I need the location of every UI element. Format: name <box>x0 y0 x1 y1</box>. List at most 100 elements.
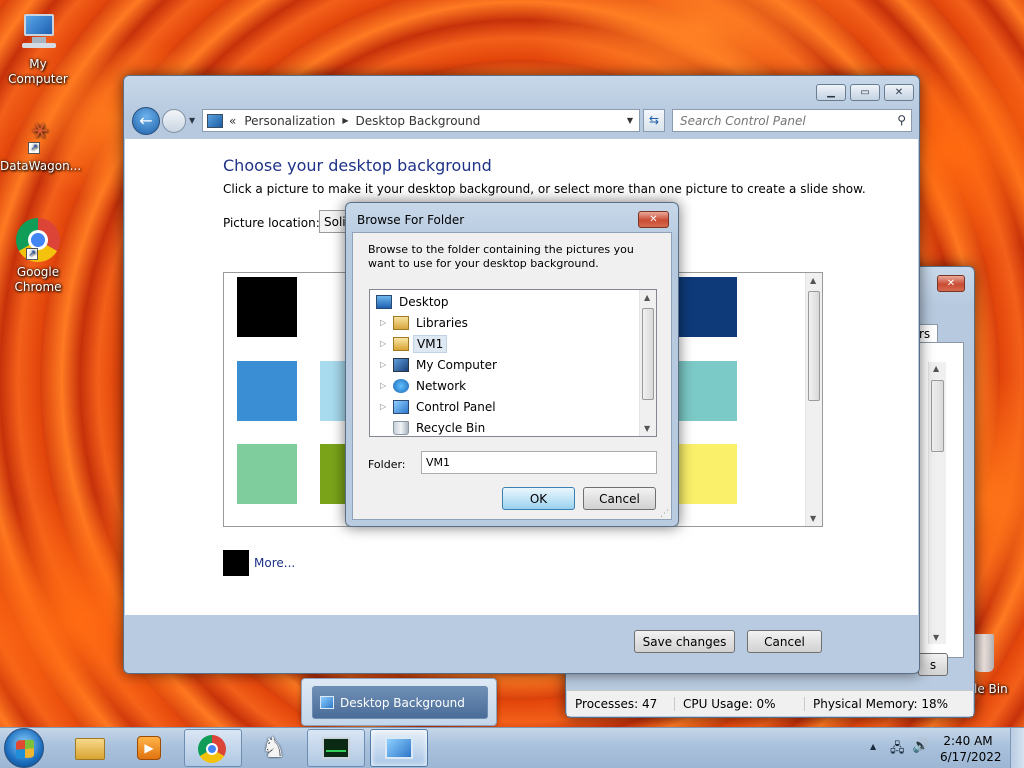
search-icon[interactable]: ⚲ <box>897 113 906 127</box>
resize-grip-icon[interactable]: ⋰ <box>660 509 669 519</box>
swatch-yellow[interactable] <box>677 444 737 504</box>
folder-tree[interactable]: Desktop ▷ Libraries ▷ VM1 ▷ My Computer ▷ Networ… <box>369 289 657 437</box>
close-button[interactable]: ✕ <box>884 84 914 101</box>
search-input[interactable] <box>673 110 883 131</box>
refresh-button[interactable]: ⇆ <box>643 109 665 132</box>
desktop-icon-label: le Bin <box>974 682 1008 696</box>
maximize-button[interactable]: ▭ <box>850 84 880 101</box>
taskbar-chrome-button[interactable] <box>184 729 242 767</box>
expand-arrow-icon[interactable]: ▷ <box>380 402 389 411</box>
tree-item-control-panel[interactable]: ▷ Control Panel <box>380 396 499 417</box>
desktop-icon-my-computer[interactable]: My Computer <box>0 10 76 87</box>
taskbar-explorer-button[interactable] <box>62 729 120 767</box>
recycle-bin-icon <box>974 634 994 672</box>
forward-button[interactable] <box>162 109 186 133</box>
scroll-thumb[interactable] <box>642 308 654 400</box>
tree-item-my-computer[interactable]: ▷ My Computer <box>380 354 500 375</box>
breadcrumb-desktop-background[interactable]: Desktop Background <box>355 114 480 128</box>
history-dropdown-icon[interactable]: ▼ <box>189 116 195 125</box>
taskbar-media-player-button[interactable]: ▶ <box>122 729 180 767</box>
more-color-swatch[interactable] <box>223 550 249 576</box>
breadcrumb-personalization[interactable]: Personalization <box>244 114 335 128</box>
browse-for-folder-dialog[interactable]: Browse For Folder ✕ Browse to the folder… <box>345 202 679 527</box>
preview-title: Desktop Background <box>340 695 465 710</box>
folder-input[interactable] <box>421 451 657 474</box>
desktop-icon-google-chrome[interactable]: ↗ Google Chrome <box>0 218 76 295</box>
libraries-icon <box>393 315 409 330</box>
scroll-up-arrow-icon[interactable]: ▲ <box>810 276 816 285</box>
datawagon-icon: ⚹ ↗ <box>16 112 60 156</box>
picture-location-label: Picture location: <box>223 216 320 230</box>
swatch-teal[interactable] <box>677 361 737 421</box>
scroll-up-arrow-icon[interactable]: ▲ <box>644 293 650 302</box>
cancel-button[interactable]: Cancel <box>747 630 822 653</box>
search-box[interactable]: ⚲ <box>672 109 912 132</box>
back-button[interactable]: ← <box>132 107 160 135</box>
tree-scrollbar[interactable]: ▲ ▼ <box>639 290 656 436</box>
tree-item-label: Libraries <box>416 315 468 330</box>
tree-item-label: VM1 <box>413 334 448 353</box>
cancel-button[interactable]: Cancel <box>583 487 656 510</box>
expand-arrow-icon[interactable]: ▷ <box>380 360 389 369</box>
chrome-icon: ↗ <box>16 218 60 262</box>
clock-time: 2:40 AM <box>943 734 993 748</box>
page-title: Choose your desktop background <box>223 156 492 175</box>
task-manager-button[interactable]: s <box>918 653 948 676</box>
tree-item-label: My Computer <box>416 357 497 372</box>
swatch-light-blue[interactable] <box>320 361 348 421</box>
network-tray-icon[interactable]: 🖧 <box>890 739 905 761</box>
minimize-button[interactable]: ▁ <box>816 84 846 101</box>
expand-arrow-icon[interactable]: ▷ <box>380 339 389 348</box>
taskbar-control-panel-button[interactable] <box>370 729 428 767</box>
dialog-body: Browse to the folder containing the pict… <box>352 232 672 520</box>
scroll-down-arrow-icon[interactable]: ▼ <box>810 514 816 523</box>
taskbar-task-manager-button[interactable] <box>307 729 365 767</box>
computer-icon <box>393 357 409 372</box>
swatch-blue[interactable] <box>237 361 297 421</box>
show-desktop-button[interactable] <box>1010 728 1024 768</box>
swatch-mint[interactable] <box>237 444 297 504</box>
start-button[interactable] <box>4 728 44 768</box>
swatch-black[interactable] <box>237 277 297 337</box>
desktop-icon-recycle-bin[interactable]: le Bin <box>968 632 1024 700</box>
expand-arrow-icon[interactable]: ▷ <box>380 318 389 327</box>
task-manager-scrollbar[interactable]: ▲ ▼ <box>928 362 946 644</box>
taskbar-chess-button[interactable]: ♞ <box>245 729 303 767</box>
scroll-thumb[interactable] <box>808 291 820 401</box>
dialog-description: Browse to the folder containing the pict… <box>368 243 634 270</box>
close-button[interactable]: ✕ <box>937 275 965 292</box>
physical-memory: Physical Memory: 18% <box>813 696 949 711</box>
close-button[interactable]: ✕ <box>638 211 669 228</box>
desktop-icon <box>376 294 392 309</box>
breadcrumb-prefix[interactable]: « <box>229 114 236 128</box>
address-bar[interactable]: « Personalization ▶ Desktop Background ▼ <box>202 109 640 132</box>
scroll-down-arrow-icon[interactable]: ▼ <box>933 633 939 642</box>
swatch-navy[interactable] <box>677 277 737 337</box>
refresh-icon: ⇆ <box>648 113 660 127</box>
tree-item-recycle-bin[interactable]: Recycle Bin <box>380 417 488 438</box>
chess-icon: ♞ <box>261 731 287 764</box>
explorer-icon <box>75 738 105 760</box>
processes-count: Processes: 47 <box>567 696 675 711</box>
more-link[interactable]: More... <box>254 556 295 570</box>
save-changes-button[interactable]: Save changes <box>634 630 735 653</box>
tree-item-desktop[interactable]: Desktop <box>376 291 452 312</box>
taskbar-preview[interactable]: Desktop Background <box>301 678 497 726</box>
show-hidden-icons-icon[interactable]: ▲ <box>870 742 876 751</box>
tree-item-libraries[interactable]: ▷ Libraries <box>380 312 471 333</box>
tree-item-network[interactable]: ▷ Network <box>380 375 469 396</box>
scroll-up-arrow-icon[interactable]: ▲ <box>933 364 939 373</box>
volume-icon[interactable]: 🔊 <box>912 738 929 754</box>
tree-item-vm1[interactable]: ▷ VM1 <box>380 333 448 354</box>
page-subtitle: Click a picture to make it your desktop … <box>223 182 866 196</box>
grid-scrollbar[interactable]: ▲ ▼ <box>805 273 822 526</box>
clock[interactable]: 2:40 AM 6/17/2022 <box>940 733 1002 765</box>
swatch-olive[interactable] <box>320 444 348 504</box>
desktop-icon-datawagon[interactable]: ⚹ ↗ DataWagon... <box>0 112 81 174</box>
scroll-down-arrow-icon[interactable]: ▼ <box>644 424 650 433</box>
address-dropdown-icon[interactable]: ▼ <box>627 116 633 125</box>
scroll-thumb[interactable] <box>931 380 944 452</box>
ok-button[interactable]: OK <box>502 487 575 510</box>
expand-arrow-icon[interactable]: ▷ <box>380 381 389 390</box>
tree-item-label: Recycle Bin <box>416 420 486 435</box>
